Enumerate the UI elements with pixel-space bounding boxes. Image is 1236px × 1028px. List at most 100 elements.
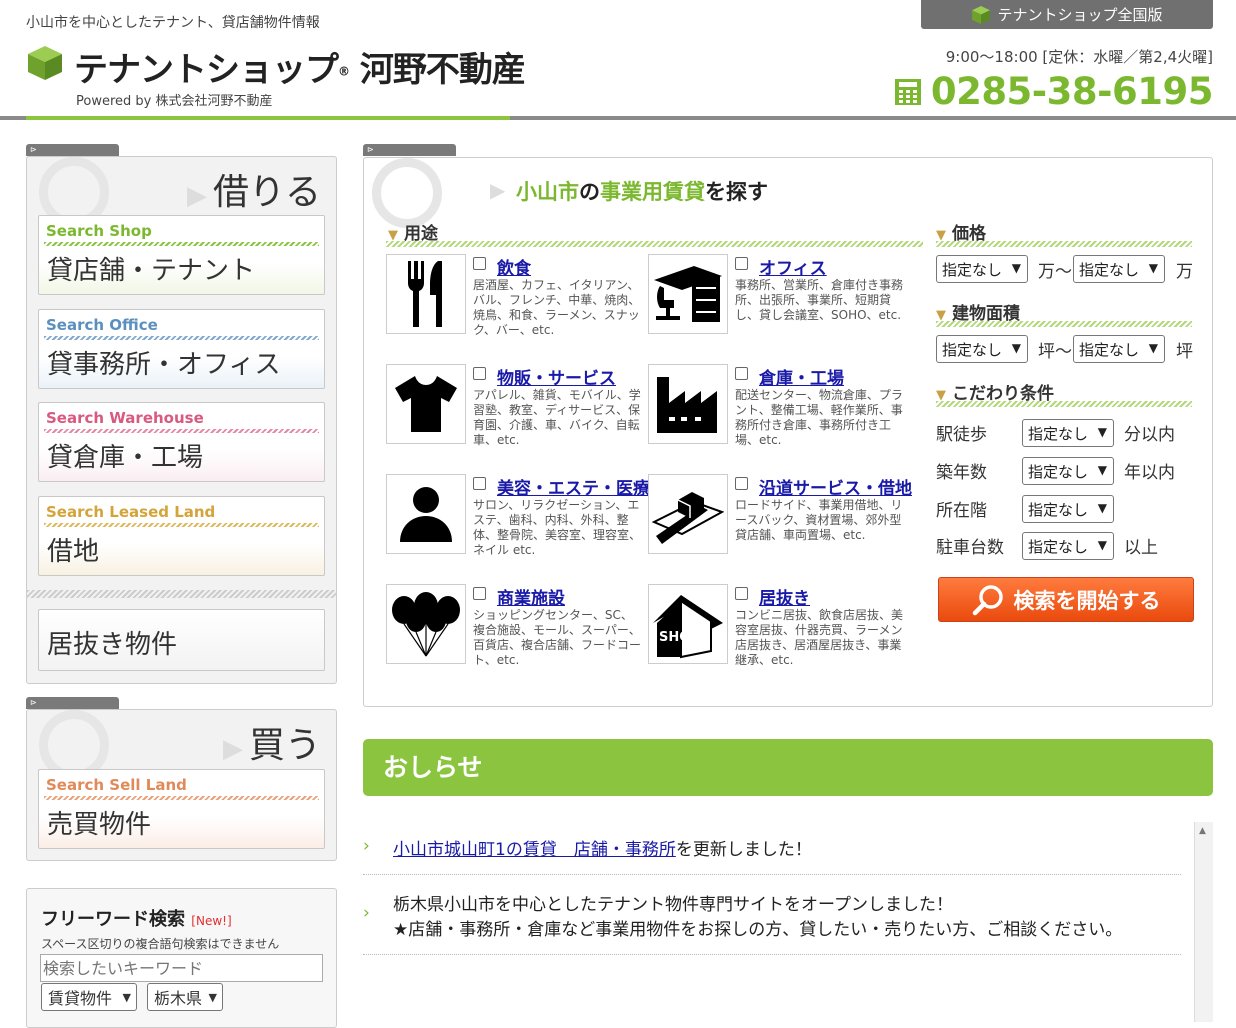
person-icon — [386, 474, 466, 554]
card-stripe — [44, 336, 319, 340]
price-unit-label: 万～ — [1038, 262, 1072, 282]
card-jp-label: 貸倉庫・工場 — [47, 443, 204, 473]
category-title[interactable]: 美容・エステ・医療 — [497, 474, 650, 499]
shop-house-icon: SHOP — [648, 584, 728, 664]
site-header: 小山市を中心としたテナント、貸店舗物件情報 テナントショップ® 河野不動産 Po… — [0, 0, 1236, 120]
chevron-down-icon: ▼ — [1148, 261, 1158, 275]
chevron-down-icon: ▼ — [1011, 261, 1021, 275]
card-stripe — [44, 429, 319, 433]
panel-tab-marker: ⊳ — [26, 144, 119, 156]
chevron-down-icon: ▼ — [1097, 538, 1107, 552]
shop-tenant-link[interactable]: Search Shop 貸店舗・テナント — [38, 215, 325, 295]
fork-knife-icon — [386, 254, 466, 334]
card-en-label: Search Shop — [46, 222, 152, 240]
card-jp-label: 貸事務所・オフィス — [47, 350, 281, 380]
category-roadside[interactable]: 沿道サービス・借地 ロードサイド、事業用借地、リースバック、資材置場、郊外型貸店… — [648, 474, 912, 559]
category-commercial[interactable]: 商業施設 ショッピングセンター、SC、複合施設、モール、スーパー、百貨店、複合店… — [386, 584, 642, 669]
chevron-down-icon: ▼ — [1097, 463, 1107, 477]
prefecture-select[interactable]: 栃木県 ▼ — [147, 983, 223, 1011]
category-checkbox[interactable] — [473, 477, 486, 490]
card-stripe — [44, 523, 319, 527]
desk-icon — [648, 254, 728, 334]
category-checkbox[interactable] — [473, 367, 486, 380]
divider — [27, 590, 336, 598]
chevron-down-icon: ▼ — [1011, 341, 1021, 355]
phone-icon — [894, 78, 921, 105]
floor-select[interactable]: 指定なし ▼ — [1022, 495, 1114, 523]
inuki-label: 居抜き物件 — [47, 630, 178, 660]
price-from-select[interactable]: 指定なし ▼ — [936, 255, 1028, 283]
category-title[interactable]: 飲食 — [497, 254, 531, 279]
logo-cube-icon[interactable] — [26, 44, 64, 82]
station-walk-select[interactable]: 指定なし ▼ — [1022, 419, 1114, 447]
card-en-label: Search Sell Land — [46, 776, 187, 794]
area-from-select[interactable]: 指定なし ▼ — [936, 335, 1028, 363]
logo-subtitle: Powered by 株式会社河野不動産 — [76, 94, 273, 109]
category-checkbox[interactable] — [735, 257, 748, 270]
leased-land-link[interactable]: Search Leased Land 借地 — [38, 496, 325, 576]
category-warehouse[interactable]: 倉庫・工場 配送センター、物流倉庫、プラント、整備工場、軽作業所、事務所付き倉庫… — [648, 364, 904, 449]
start-search-button[interactable]: 検索を開始する — [938, 577, 1194, 622]
news-link[interactable]: 小山市城山町1の賃貸 店舗・事務所 — [393, 840, 676, 860]
national-site-button[interactable]: テナントショップ全国版 — [921, 0, 1213, 29]
category-title[interactable]: オフィス — [759, 254, 827, 279]
search-title: 小山市の事業用賃貸を探す — [516, 180, 768, 204]
factory-icon — [648, 364, 728, 444]
news-item: › 小山市城山町1の賃貸 店舗・事務所を更新しました！ — [363, 822, 1181, 875]
arrow-icon: ▶ — [490, 178, 506, 202]
news-text: ★店舗・事務所・倉庫など事業用物件をお探しの方、貸したい・売りたい方、ご相談くだ… — [393, 920, 1123, 940]
chevron-down-icon: ▼ — [1148, 341, 1158, 355]
category-checkbox[interactable] — [473, 587, 486, 600]
condition-label: 所在階 — [936, 501, 987, 521]
category-office[interactable]: オフィス 事務所、営業所、倉庫付き事務所、出張所、事業所、短期貸し、貸し会議室、… — [648, 254, 904, 339]
category-desc: アパレル、雑貨、モバイル、学習塾、教室、ディサービス、保育園、介護、車、バイク、… — [473, 388, 641, 447]
office-link[interactable]: Search Office 貸事務所・オフィス — [38, 309, 325, 389]
card-jp-label: 借地 — [47, 537, 100, 567]
category-beauty-medical[interactable]: 美容・エステ・医療 サロン、リラクゼーション、エステ、歯科、内科、外科、整体、整… — [386, 474, 650, 559]
property-type-select[interactable]: 賃貸物件 ▼ — [41, 983, 137, 1011]
sell-land-link[interactable]: Search Sell Land 売買物件 — [38, 769, 325, 849]
card-jp-label: 売買物件 — [47, 810, 152, 840]
category-checkbox[interactable] — [473, 257, 486, 270]
category-food[interactable]: 飲食 居酒屋、カフェ、イタリアン、バル、フレンチ、中華、焼肉、焼鳥、和食、ラーメ… — [386, 254, 642, 339]
category-title[interactable]: 倉庫・工場 — [759, 364, 844, 389]
inuki-link[interactable]: 居抜き物件 — [38, 609, 325, 671]
category-title[interactable]: 物販・サービス — [497, 364, 616, 389]
category-inuki[interactable]: SHOP 居抜き コンビニ居抜、飲食店居抜、美容室居抜、什器売買、ラーメン店居抜… — [648, 584, 904, 669]
section-underline — [386, 241, 923, 247]
news-text: を更新しました！ — [675, 840, 812, 860]
magnifier-decoration-icon — [372, 158, 442, 228]
cube-icon — [972, 5, 991, 24]
chevron-right-icon: › — [363, 903, 370, 923]
condition-suffix: 以上 — [1124, 538, 1158, 558]
category-title[interactable]: 商業施設 — [497, 584, 565, 609]
category-desc: サロン、リラクゼーション、エステ、歯科、内科、外科、整体、整骨院、美容室、理容室… — [473, 498, 642, 557]
category-title[interactable]: 居抜き — [759, 584, 810, 609]
category-desc: コンビニ居抜、飲食店居抜、美容室居抜、什器売買、ラーメン店居抜き、居酒屋居抜き、… — [735, 608, 904, 667]
freeword-title: フリーワード検索 [New!] — [41, 909, 232, 930]
category-checkbox[interactable] — [735, 367, 748, 380]
category-checkbox[interactable] — [735, 587, 748, 600]
section-underline — [936, 401, 1192, 407]
price-unit-label: 万 — [1176, 262, 1193, 282]
rent-panel: ▶ 借りる Search Shop 貸店舗・テナント Search Office … — [26, 156, 337, 684]
warehouse-link[interactable]: Search Warehouse 貸倉庫・工場 — [38, 402, 325, 482]
scroll-up-icon[interactable]: ▲ — [1199, 826, 1206, 836]
phone-number[interactable]: 0285-38-6195 — [893, 70, 1214, 113]
site-logo[interactable]: テナントショップ® 河野不動産 — [74, 42, 526, 91]
price-to-select[interactable]: 指定なし ▼ — [1073, 255, 1165, 283]
category-checkbox[interactable] — [735, 477, 748, 490]
freeword-input[interactable] — [40, 954, 323, 982]
category-title[interactable]: 沿道サービス・借地 — [759, 474, 912, 499]
chevron-down-icon: ▼ — [122, 990, 131, 1004]
news-scrollbar[interactable]: ▲ — [1194, 822, 1213, 1022]
news-heading: おしらせ — [363, 739, 1213, 796]
chevron-right-icon: › — [363, 836, 370, 856]
area-to-select[interactable]: 指定なし ▼ — [1073, 335, 1165, 363]
card-stripe — [44, 796, 319, 800]
parking-select[interactable]: 指定なし ▼ — [1022, 532, 1114, 560]
category-retail[interactable]: 物販・サービス アパレル、雑貨、モバイル、学習塾、教室、ディサービス、保育園、介… — [386, 364, 642, 449]
area-unit-label: 坪 — [1176, 342, 1193, 362]
building-age-select[interactable]: 指定なし ▼ — [1022, 457, 1114, 485]
panel-tab-marker: ⊳ — [363, 144, 456, 156]
